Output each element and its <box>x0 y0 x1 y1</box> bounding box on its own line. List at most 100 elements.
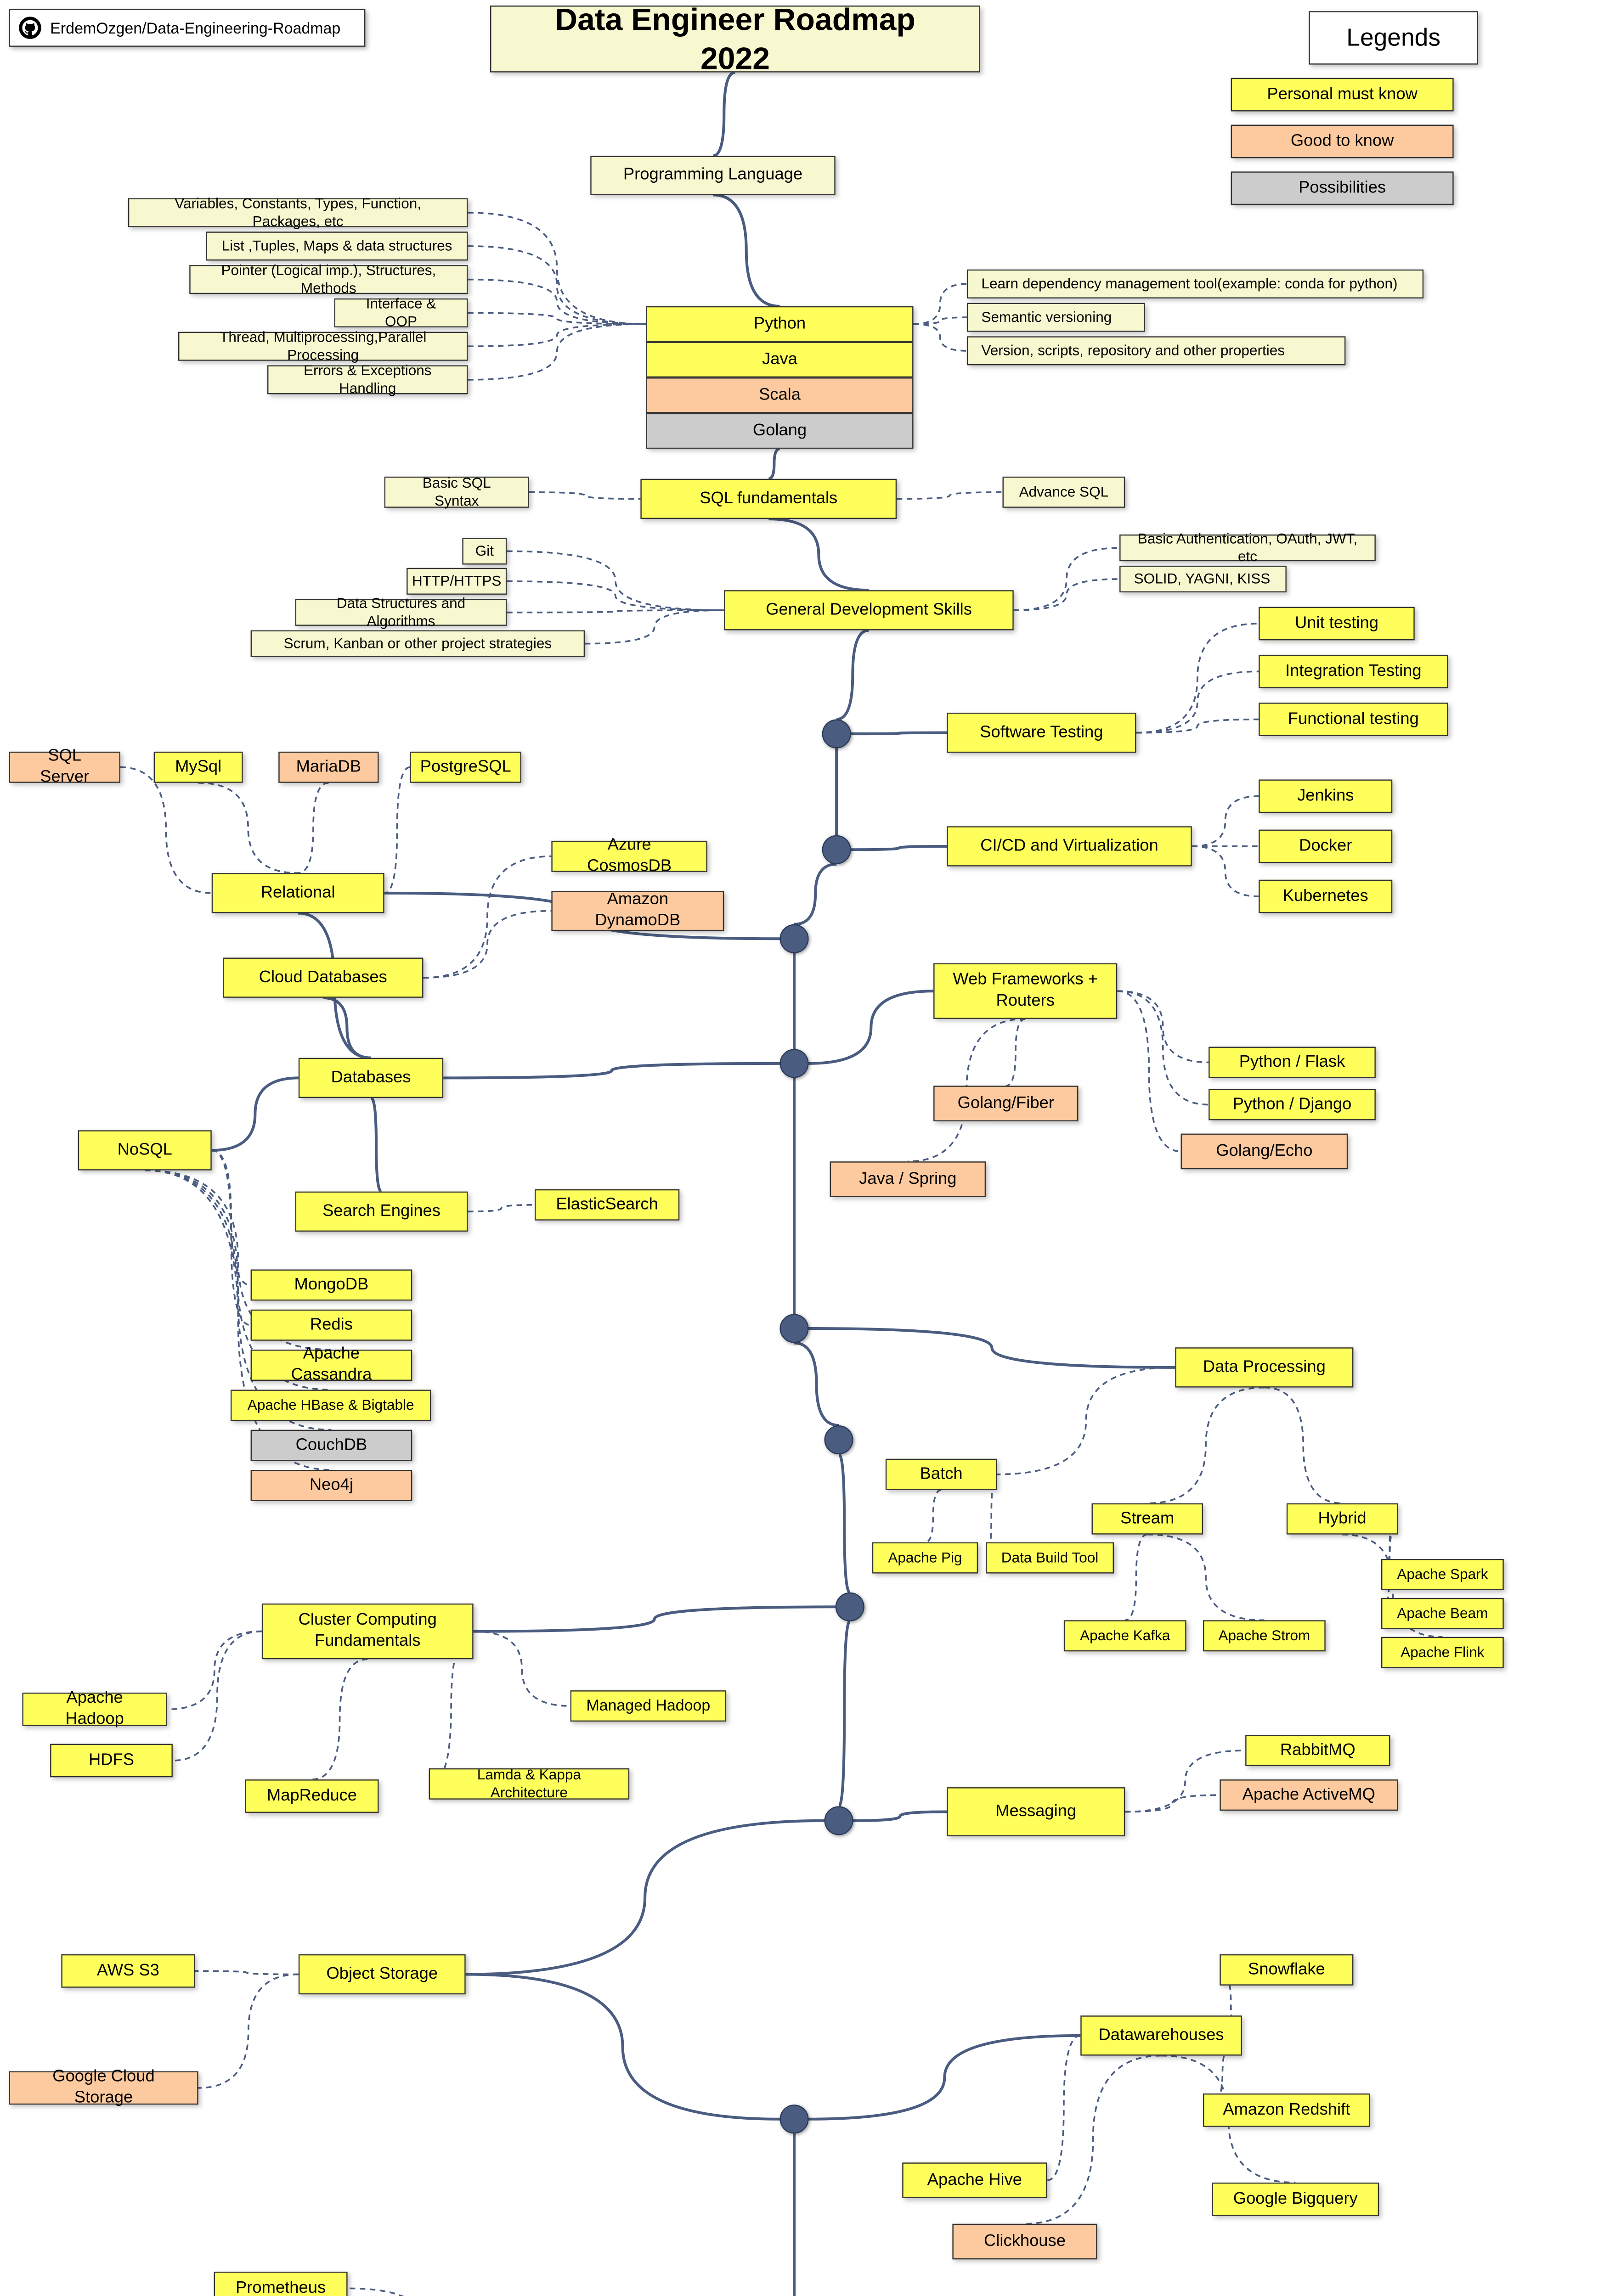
node-scala: Scala <box>646 377 914 413</box>
node-func: Functional testing <box>1259 703 1448 736</box>
node-strom: Apache Strom <box>1203 1620 1326 1651</box>
node-py-pointer: Pointer (Logical imp.), Structures, Meth… <box>189 265 468 294</box>
node-cicd: CI/CD and Virtualization <box>947 826 1192 866</box>
node-py-semver: Semantic versioning <box>967 303 1145 332</box>
node-http: HTTP/HTTPS <box>407 568 507 595</box>
node-cosmos: Azure CosmosDB <box>551 841 707 872</box>
node-integ: Integration Testing <box>1259 655 1448 688</box>
node-solid: SOLID, YAGNI, KISS <box>1119 566 1287 592</box>
node-databases: Databases <box>299 1058 443 1098</box>
node-search: Search Engines <box>295 1192 468 1232</box>
node-webfw: Web Frameworks + Routers <box>933 963 1117 1019</box>
node-fiber: Golang/Fiber <box>933 1086 1078 1121</box>
node-py-err: Errors & Exceptions Handling <box>267 365 468 394</box>
node-stream: Stream <box>1092 1503 1203 1535</box>
node-k8s: Kubernetes <box>1259 880 1392 913</box>
node-cluster: Cluster Computing Fundamentals <box>262 1604 474 1659</box>
node-dataproc: Data Processing <box>1175 1347 1353 1387</box>
node-py-version: Version, scripts, repository and other p… <box>967 336 1346 365</box>
node-sql-adv: Advance SQL <box>1003 477 1125 508</box>
node-py-thread: Thread, Multiprocessing,Parallel Process… <box>178 332 468 361</box>
node-sql-fund: SQL fundamentals <box>640 479 897 519</box>
hub-cicd <box>822 835 851 864</box>
node-bigquery: Google Bigquery <box>1212 2183 1379 2216</box>
repo-label: ErdemOzgen/Data-Engineering-Roadmap <box>50 19 340 37</box>
node-mariadb: MariaDB <box>278 752 378 783</box>
node-sqlserver: SQL Server <box>9 752 120 783</box>
node-flink: Apache Flink <box>1381 1637 1504 1668</box>
hub-db2 <box>780 1049 809 1078</box>
node-hdfs: HDFS <box>50 1744 173 1778</box>
hub-dataproc2 <box>825 1425 853 1454</box>
node-nosql: NoSQL <box>78 1130 212 1170</box>
node-dsa: Data Structures and Algorithms <box>295 599 507 626</box>
hub-dataproc <box>780 1314 809 1343</box>
node-objstore: Object Storage <box>299 1954 466 1994</box>
node-s3: AWS S3 <box>61 1954 195 1988</box>
node-dwh: Datawarehouses <box>1080 2015 1242 2055</box>
node-dynamo: Amazon DynamoDB <box>551 891 724 931</box>
hub-messaging <box>825 1806 853 1835</box>
node-messaging: Messaging <box>947 1787 1125 1836</box>
node-scrum: Scrum, Kanban or other project strategie… <box>251 630 585 657</box>
node-couch: CouchDB <box>251 1430 412 1461</box>
node-dbt: Data Build Tool <box>986 1542 1114 1574</box>
node-soft-test: Software Testing <box>947 713 1136 753</box>
hub-soft-test <box>822 720 851 748</box>
hub-dwh <box>780 2105 809 2133</box>
node-prog-lang: Programming Language <box>590 156 836 195</box>
node-clickhouse: Clickhouse <box>952 2224 1097 2260</box>
github-icon <box>19 17 41 39</box>
node-redis: Redis <box>251 1310 412 1341</box>
node-gen-dev: General Development Skills <box>724 590 1014 630</box>
node-py-interface: Interface & OOP <box>334 298 468 327</box>
node-golang: Golang <box>646 413 914 449</box>
node-django: Python / Django <box>1209 1089 1376 1120</box>
node-mongo: MongoDB <box>251 1270 412 1301</box>
node-elastic: ElasticSearch <box>535 1189 679 1221</box>
node-jenkins: Jenkins <box>1259 780 1392 813</box>
node-hybrid: Hybrid <box>1287 1503 1398 1535</box>
node-mapreduce: MapReduce <box>245 1779 379 1813</box>
node-sql-basic: Basic SQL Syntax <box>384 477 529 508</box>
repo-badge[interactable]: ErdemOzgen/Data-Engineering-Roadmap <box>9 9 365 46</box>
node-hadoop: Apache Hadoop <box>23 1693 167 1726</box>
node-hive: Apache Hive <box>902 2162 1047 2198</box>
node-activemq: Apache ActiveMQ <box>1220 1779 1398 1811</box>
node-spark: Apache Spark <box>1381 1559 1504 1590</box>
node-py-vars: Variables, Constants, Types, Function, P… <box>128 198 468 227</box>
hub-db <box>780 924 809 953</box>
node-spring: Java / Spring <box>830 1161 986 1197</box>
node-auth: Basic Authentication, OAuth, JWT, etc <box>1119 535 1376 561</box>
legend-good: Good to know <box>1231 125 1454 158</box>
node-redshift: Amazon Redshift <box>1203 2093 1370 2127</box>
node-pig: Apache Pig <box>872 1542 978 1574</box>
node-postgres: PostgreSQL <box>410 752 521 783</box>
node-hbase: Apache HBase & Bigtable <box>231 1390 431 1421</box>
node-docker: Docker <box>1259 830 1392 863</box>
page-title: Data Engineer Roadmap 2022 <box>490 6 980 73</box>
node-relational: Relational <box>212 873 384 913</box>
node-snowflake: Snowflake <box>1220 1954 1353 1986</box>
node-unit: Unit testing <box>1259 607 1415 641</box>
node-cloud-db: Cloud Databases <box>223 958 424 998</box>
node-beam: Apache Beam <box>1381 1598 1504 1629</box>
node-batch: Batch <box>886 1459 997 1490</box>
node-cassandra: Apache Cassandra <box>251 1350 412 1381</box>
node-neo4j: Neo4j <box>251 1470 412 1501</box>
legend-must: Personal must know <box>1231 78 1454 112</box>
node-managed-hadoop: Managed Hadoop <box>570 1690 727 1722</box>
node-lambda: Lamda & Kappa Architecture <box>429 1768 630 1800</box>
node-git: Git <box>462 538 507 564</box>
node-gcs: Google Cloud Storage <box>9 2071 198 2105</box>
node-java: Java <box>646 342 914 377</box>
node-prometheus: Prometheus <box>214 2272 348 2296</box>
node-mysql: MySql <box>154 752 243 783</box>
node-flask: Python / Flask <box>1209 1047 1376 1078</box>
node-py-dep: Learn dependency management tool(example… <box>967 270 1423 298</box>
node-echo: Golang/Echo <box>1181 1134 1348 1170</box>
node-python: Python <box>646 306 914 342</box>
legend-poss: Possibilities <box>1231 171 1454 205</box>
node-rabbit: RabbitMQ <box>1245 1735 1390 1766</box>
hub-cluster <box>836 1593 864 1621</box>
